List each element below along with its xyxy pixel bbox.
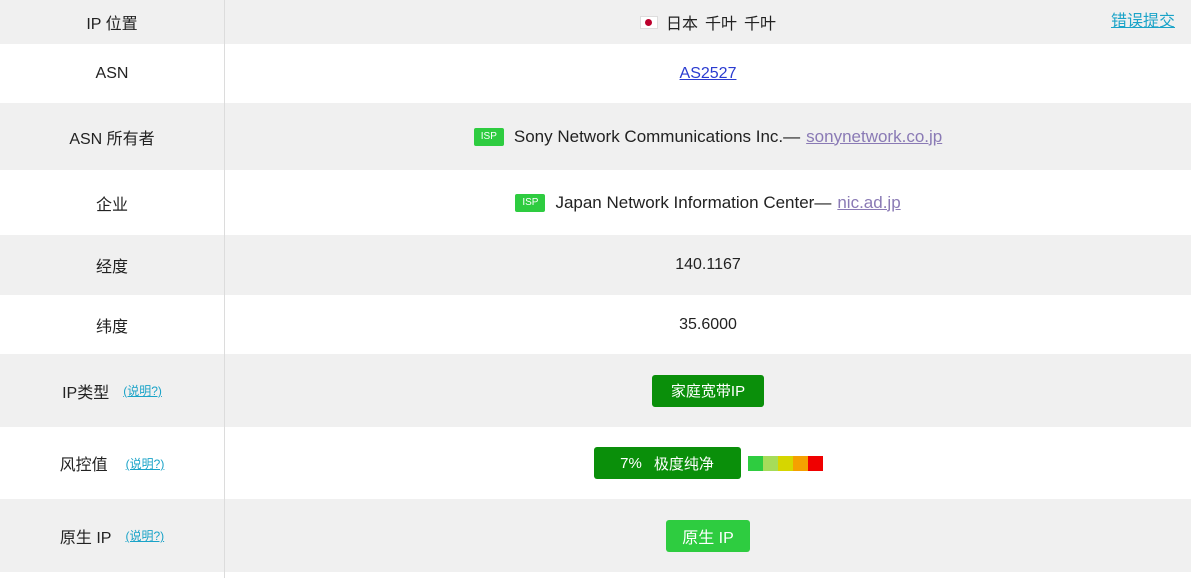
label-latitude: 纬度 — [0, 295, 225, 354]
row-ip-type: IP类型 (说明?) 家庭宽带IP — [0, 354, 1191, 427]
row-latitude: 纬度 35.6000 — [0, 295, 1191, 354]
value-asn-owner: ISP Sony Network Communications Inc.— so… — [225, 103, 1191, 170]
label-risk-score-cell: 风控值 (说明?) — [0, 427, 225, 499]
label-ip-type-cell: IP类型 (说明?) — [0, 354, 225, 427]
row-enterprise: 企业 ISP Japan Network Information Center—… — [0, 170, 1191, 235]
row-asn-owner: ASN 所有者 ISP Sony Network Communications … — [0, 103, 1191, 170]
enterprise-name: Japan Network Information Center— — [555, 192, 832, 212]
value-native-ip: 原生 IP — [225, 499, 1191, 572]
value-risk-score: 7% 极度纯净 — [225, 427, 1191, 499]
label-longitude: 经度 — [0, 235, 225, 295]
label-native-ip: 原生 IP — [59, 529, 112, 547]
label-enterprise: 企业 — [0, 170, 225, 235]
native-ip-badge: 原生 IP — [666, 519, 750, 552]
risk-scale-segment-3 — [777, 455, 793, 471]
asn-link[interactable]: AS2527 — [680, 65, 737, 83]
label-asn: ASN — [0, 44, 225, 103]
row-longitude: 经度 140.1167 — [0, 235, 1191, 295]
risk-scale-segment-1 — [747, 455, 763, 471]
asn-owner-name: Sony Network Communications Inc.— — [513, 126, 801, 146]
risk-scale-segment-2 — [762, 455, 778, 471]
label-native-ip-cell: 原生 IP (说明?) — [0, 499, 225, 572]
value-ip-type: 家庭宽带IP — [225, 354, 1191, 427]
risk-score-help-link[interactable]: (说明?) — [126, 455, 165, 472]
label-risk-score: 风控值 — [59, 457, 108, 474]
country-text: 日本 — [665, 16, 698, 33]
ip-type-help-link[interactable]: (说明?) — [123, 382, 162, 399]
value-latitude: 35.6000 — [679, 315, 737, 333]
risk-score-badge: 7% 极度纯净 — [593, 447, 741, 479]
city-text: 千叶 — [744, 16, 777, 33]
enterprise-domain-link[interactable]: nic.ad.jp — [837, 193, 900, 213]
value-asn: AS2527 — [225, 44, 1191, 103]
native-ip-help-link[interactable]: (说明?) — [125, 527, 164, 544]
asn-owner-domain-link[interactable]: sonynetwork.co.jp — [806, 127, 942, 147]
isp-badge: ISP — [473, 127, 504, 146]
row-native-ip: 原生 IP (说明?) 原生 IP — [0, 499, 1191, 572]
risk-rating: 极度纯净 — [653, 455, 714, 473]
region-text: 千叶 — [704, 16, 737, 33]
risk-scale-segment-5 — [807, 455, 823, 471]
row-asn: ASN AS2527 — [0, 44, 1191, 103]
label-ip-type: IP类型 — [62, 384, 110, 402]
ip-info-table: IP 位置 日本 千叶 千叶 错误提交 ASN AS2527 ASN 所有者 I… — [0, 0, 1191, 578]
row-bottom-spacer — [0, 572, 1191, 578]
ip-type-badge: 家庭宽带IP — [652, 374, 764, 407]
isp-badge: ISP — [515, 193, 546, 212]
risk-scale-segment-4 — [792, 455, 808, 471]
label-asn-owner: ASN 所有者 — [0, 103, 225, 170]
japan-flag-icon — [639, 15, 658, 29]
row-ip-location: IP 位置 日本 千叶 千叶 错误提交 — [0, 0, 1191, 44]
risk-percent: 7% — [620, 454, 642, 472]
report-error-link[interactable]: 错误提交 — [1111, 7, 1175, 31]
value-enterprise: ISP Japan Network Information Center— ni… — [225, 170, 1191, 235]
value-longitude: 140.1167 — [675, 256, 741, 273]
label-ip-location: IP 位置 — [0, 0, 225, 44]
row-risk-score: 风控值 (说明?) 7% 极度纯净 — [0, 427, 1191, 499]
value-ip-location: 日本 千叶 千叶 错误提交 — [225, 0, 1191, 44]
risk-scale-bar — [747, 455, 823, 471]
